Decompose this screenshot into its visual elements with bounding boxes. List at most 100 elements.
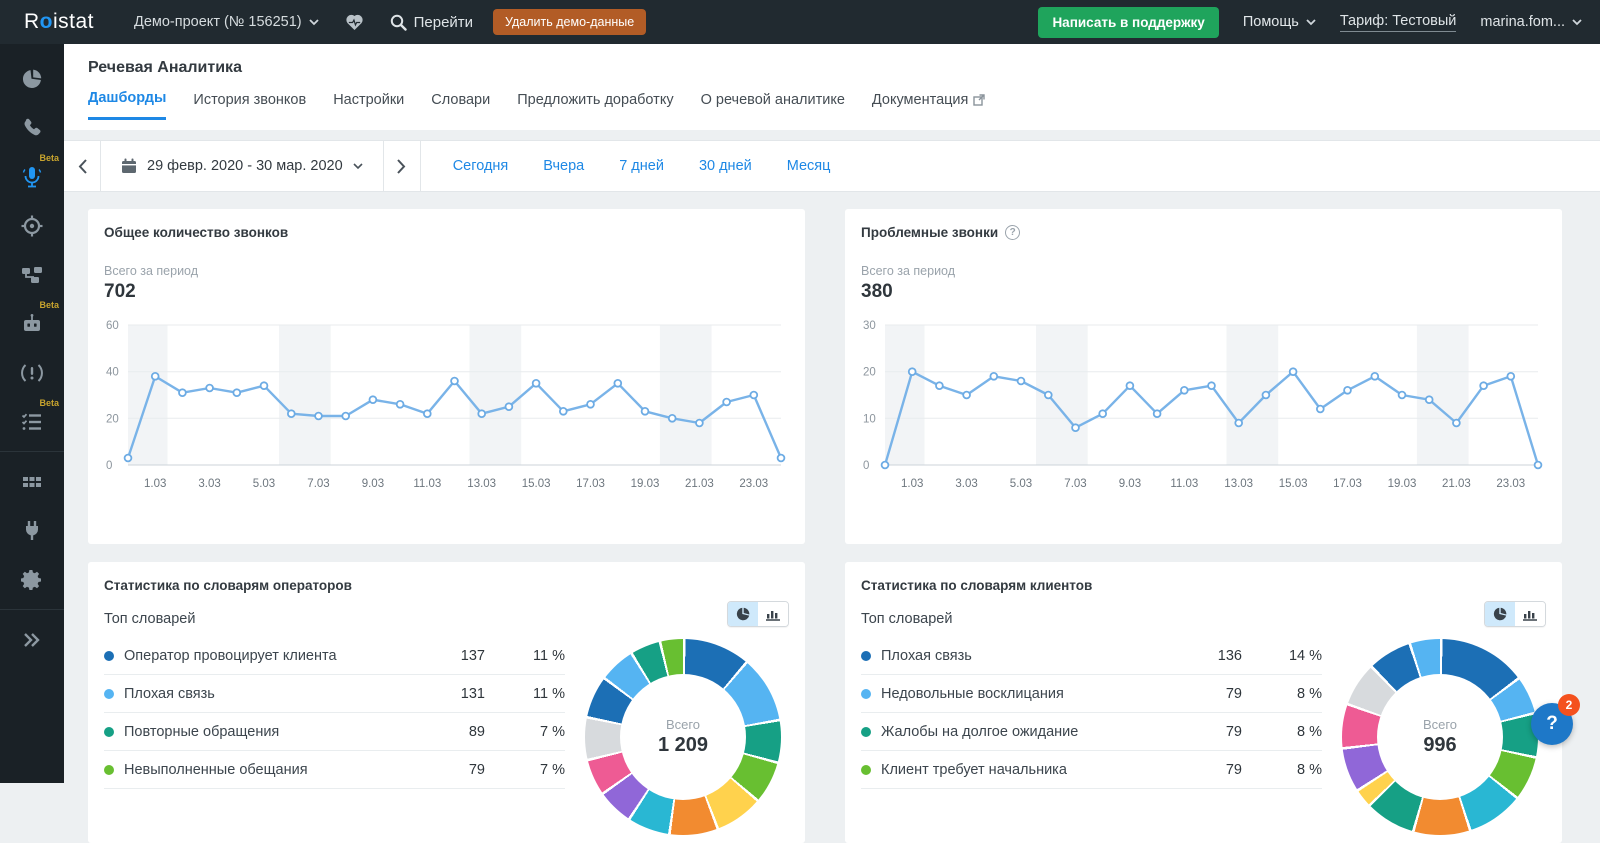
tab-settings[interactable]: Настройки <box>333 90 404 120</box>
pie-chart-icon <box>20 67 44 91</box>
total-calls-card: Общее количество звонков Всего за период… <box>88 209 805 544</box>
svg-text:21.03: 21.03 <box>1442 478 1471 490</box>
gear-icon <box>20 568 44 592</box>
quick-link-7-days[interactable]: 7 дней <box>619 158 664 174</box>
dashboard-grid: Общее количество звонков Всего за период… <box>64 192 1600 783</box>
dictionary-row[interactable]: Недовольные восклицания798 % <box>861 675 1322 713</box>
dictionary-percent: 11 % <box>485 648 565 664</box>
sidebar-item-tasks[interactable]: Beta <box>0 397 64 446</box>
dictionary-legend: Оператор провоцирует клиента13711 %Плоха… <box>104 637 565 789</box>
search-icon <box>390 14 407 31</box>
tariff-link[interactable]: Тариф: Тестовый <box>1340 13 1457 32</box>
sidebar-item-alerts[interactable] <box>0 348 64 397</box>
sidebar-item-robot[interactable]: Beta <box>0 299 64 348</box>
quick-link-yesterday[interactable]: Вчера <box>543 158 584 174</box>
top-bar: Roistat Демо-проект (№ 156251) Перейти У… <box>0 0 1600 44</box>
pie-view-button[interactable] <box>728 602 758 626</box>
dictionary-percent: 7 % <box>485 724 565 740</box>
svg-text:20: 20 <box>106 413 119 425</box>
operator-dictionaries-card: Статистика по словарям операторов Топ сл… <box>88 562 805 843</box>
page-title: Речевая Аналитика <box>88 59 1576 77</box>
tab-about[interactable]: О речевой аналитике <box>701 90 845 120</box>
global-search[interactable]: Перейти <box>390 14 473 31</box>
bar-view-button[interactable] <box>758 602 788 626</box>
dictionary-row[interactable]: Оператор провоцирует клиента13711 % <box>104 637 565 675</box>
bar-view-button[interactable] <box>1515 602 1545 626</box>
dictionary-count: 79 <box>1172 724 1242 740</box>
dictionary-row[interactable]: Невыполненные обещания797 % <box>104 751 565 789</box>
quick-date-links: Сегодня Вчера 7 дней 30 дней Месяц <box>453 158 831 174</box>
toolbar-separator <box>420 140 421 192</box>
support-chat-button[interactable]: ? 2 <box>1531 703 1573 745</box>
donut-total-label: Всего <box>1423 717 1457 732</box>
tab-label: Дашборды <box>88 90 166 106</box>
dictionary-row[interactable]: Жалобы на долгое ожидание798 % <box>861 713 1322 751</box>
tab-label: Предложить доработку <box>517 92 673 108</box>
tab-call-history[interactable]: История звонков <box>193 90 306 120</box>
pie-view-icon <box>1493 607 1507 621</box>
sidebar-item-calls[interactable] <box>0 103 64 152</box>
left-sidebar: Beta Beta Beta <box>0 44 64 783</box>
dictionary-legend: Плохая связь13614 %Недовольные восклицан… <box>861 637 1322 789</box>
health-heart-icon[interactable] <box>345 14 364 31</box>
quick-link-30-days[interactable]: 30 дней <box>699 158 752 174</box>
sidebar-item-goals[interactable] <box>0 201 64 250</box>
tab-dashboards[interactable]: Дашборды <box>88 90 166 120</box>
dictionary-row[interactable]: Повторные обращения897 % <box>104 713 565 751</box>
user-menu[interactable]: marina.fom... <box>1480 14 1582 30</box>
sidebar-item-speech-analytics[interactable]: Beta <box>0 152 64 201</box>
chevron-down-icon <box>309 19 319 26</box>
quick-link-month[interactable]: Месяц <box>787 158 831 174</box>
pie-view-icon <box>736 607 750 621</box>
delete-demo-data-button[interactable]: Удалить демо-данные <box>493 9 646 35</box>
sidebar-item-multichannel[interactable] <box>0 250 64 299</box>
dictionary-name: Недовольные восклицания <box>881 686 1172 702</box>
client-dictionaries-card: Статистика по словарям клиентов Топ слов… <box>845 562 1562 843</box>
sidebar-item-expand[interactable] <box>0 615 64 664</box>
dictionary-count: 131 <box>415 686 485 702</box>
dictionary-row[interactable]: Плохая связь13614 % <box>861 637 1322 675</box>
dictionary-row[interactable]: Плохая связь13111 % <box>104 675 565 713</box>
tab-suggest[interactable]: Предложить доработку <box>517 90 673 120</box>
project-selector[interactable]: Демо-проект (№ 156251) <box>134 14 319 30</box>
calendar-icon <box>121 158 137 174</box>
dictionary-percent: 8 % <box>1242 762 1322 778</box>
tab-dictionaries[interactable]: Словари <box>431 90 490 120</box>
sidebar-item-integrations[interactable] <box>0 506 64 555</box>
sidebar-item-modules[interactable] <box>0 457 64 506</box>
prev-period-button[interactable] <box>64 140 100 192</box>
date-range-picker[interactable]: 29 февр. 2020 - 30 мар. 2020 <box>101 140 383 192</box>
double-chevron-right-icon <box>20 628 44 652</box>
dictionary-row[interactable]: Клиент требует начальника798 % <box>861 751 1322 789</box>
donut-total-value: 996 <box>1423 734 1456 757</box>
help-icon[interactable]: ? <box>1005 225 1020 240</box>
quick-link-today[interactable]: Сегодня <box>453 158 509 174</box>
chevron-down-icon <box>1572 19 1582 26</box>
svg-text:13.03: 13.03 <box>1224 478 1253 490</box>
pie-view-button[interactable] <box>1485 602 1515 626</box>
sidebar-item-analytics[interactable] <box>0 54 64 103</box>
help-menu[interactable]: Помощь <box>1243 14 1316 30</box>
svg-text:1.03: 1.03 <box>144 478 166 490</box>
dictionary-percent: 8 % <box>1242 724 1322 740</box>
next-period-button[interactable] <box>384 140 420 192</box>
legend-dot-icon <box>104 651 114 661</box>
checklist-icon <box>20 410 44 434</box>
svg-text:0: 0 <box>863 460 869 472</box>
roistat-logo[interactable]: Roistat <box>24 10 94 34</box>
donut-center: Всего 1 209 <box>620 674 746 800</box>
total-calls-line-chart: 02040601.033.035.037.039.0311.0313.0315.… <box>104 313 789 518</box>
chevron-left-icon <box>78 159 87 174</box>
dictionary-name: Плохая связь <box>881 648 1172 664</box>
date-range-value: 29 февр. 2020 - 30 мар. 2020 <box>147 158 343 174</box>
svg-text:3.03: 3.03 <box>955 478 977 490</box>
chevron-right-icon <box>397 159 406 174</box>
top-dictionaries-label: Топ словарей <box>861 611 1322 627</box>
tab-documentation[interactable]: Документация <box>872 90 985 120</box>
svg-text:19.03: 19.03 <box>631 478 660 490</box>
beta-badge: Beta <box>39 398 59 408</box>
write-to-support-button[interactable]: Написать в поддержку <box>1038 7 1218 38</box>
card-title: Проблемные звонки <box>861 225 998 240</box>
search-label: Перейти <box>414 14 473 31</box>
sidebar-item-settings[interactable] <box>0 555 64 604</box>
